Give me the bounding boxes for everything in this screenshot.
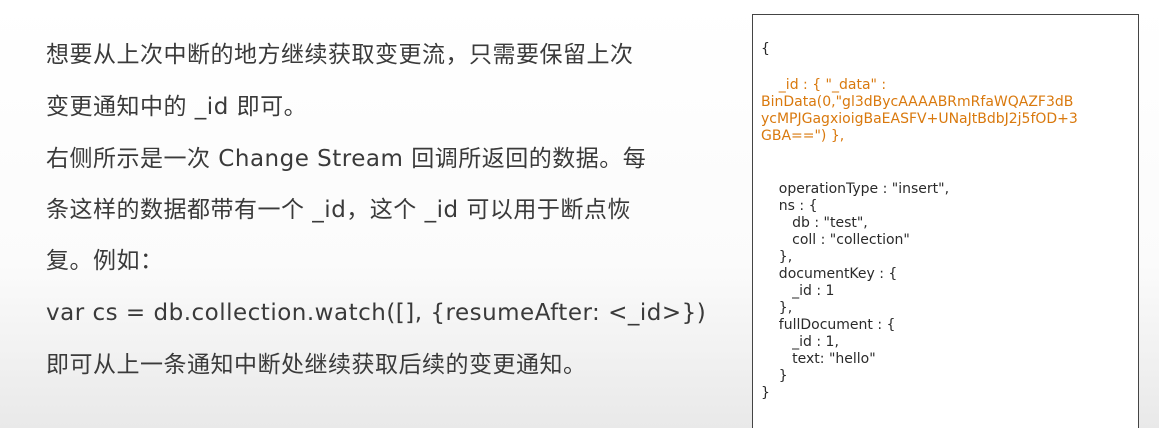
code-full-document-text: text: "hello" (761, 351, 876, 367)
change-stream-data-box: { _id : { "_data" : BinData(0,"gl3dBycAA… (752, 14, 1139, 428)
text-line-4: 条这样的数据都带有一个 _id，这个 _id 可以用于断点恢 (46, 197, 631, 223)
code-example-line: var cs = db.collection.watch([], {resume… (46, 300, 707, 326)
code-document-key-close: }, (761, 300, 793, 316)
code-open-brace: { (761, 41, 770, 57)
text-line-5: 复。例如： (46, 248, 164, 274)
code-id-line-1: _id : { "_data" : (761, 77, 887, 93)
text-line-2: 变更通知中的 _id 即可。 (46, 94, 308, 120)
code-id-line-3: ycMPJGagxioigBaEASFV+UNaJtBdbJ2j5fOD+3 (761, 111, 1078, 127)
code-operation-type: operationType : "insert", (761, 181, 950, 197)
code-full-document-id: _id : 1, (761, 334, 839, 350)
code-document-key-open: documentKey : { (761, 266, 898, 282)
code-ns-open: ns : { (761, 198, 818, 214)
code-full-document-close: } (761, 368, 788, 384)
code-ns-coll: coll : "collection" (761, 232, 910, 248)
code-ns-db: db : "test", (761, 215, 868, 231)
explanation-text: 想要从上次中断的地方继续获取变更流，只需要保留上次 变更通知中的 _id 即可。… (46, 36, 736, 384)
text-line-7: 即可从上一条通知中断处继续获取后续的变更通知。 (46, 352, 587, 378)
code-close-brace: } (761, 385, 770, 401)
code-id-line-4: GBA==") }, (761, 128, 845, 144)
code-document-key-id: _id : 1 (761, 283, 835, 299)
text-line-3: 右侧所示是一次 Change Stream 回调所返回的数据。每 (46, 146, 647, 172)
text-line-1: 想要从上次中断的地方继续获取变更流，只需要保留上次 (46, 42, 634, 68)
code-id-line-2: BinData(0,"gl3dBycAAAABRmRfaWQAZF3dB (761, 94, 1074, 110)
code-full-document-open: fullDocument : { (761, 317, 896, 333)
code-ns-close: }, (761, 249, 793, 265)
